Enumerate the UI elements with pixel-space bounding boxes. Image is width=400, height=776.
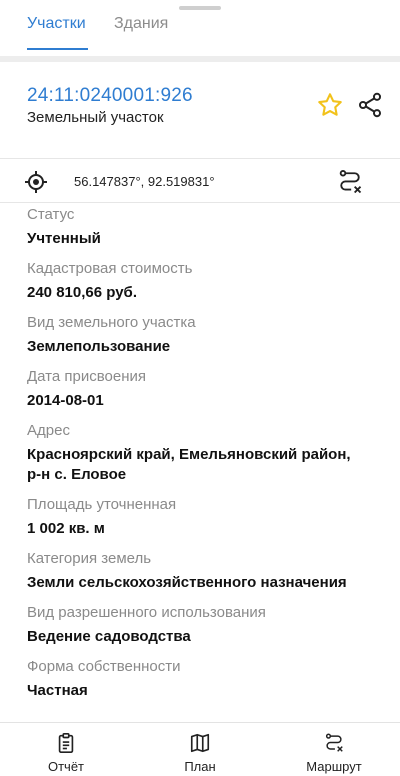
field-area: Площадь уточненная 1 002 кв. м xyxy=(27,496,387,539)
field-value: 2014-08-01 xyxy=(27,392,104,409)
coordinates-text[interactable]: 56.147837°, 92.519831° xyxy=(74,174,215,189)
coordinates-bar: 56.147837°, 92.519831° xyxy=(0,160,400,202)
field-value: Учтенный xyxy=(27,230,101,247)
field-label: Категория земель xyxy=(27,550,152,567)
tab-active-indicator xyxy=(27,48,88,50)
nav-report-button[interactable]: Отчёт xyxy=(16,723,116,776)
field-value: Землепользование xyxy=(27,338,171,355)
map-icon xyxy=(189,732,211,754)
cadastral-number[interactable]: 24:11:0240001:926 xyxy=(27,85,193,107)
field-label: Форма собственности xyxy=(27,658,181,675)
field-assign-date: Дата присвоения 2014-08-01 xyxy=(27,368,387,411)
field-label: Кадастровая стоимость xyxy=(27,260,193,277)
field-land-type: Вид земельного участка Землепользование xyxy=(27,314,387,357)
star-icon[interactable] xyxy=(316,91,344,119)
nav-map-button[interactable]: План xyxy=(150,723,250,776)
crosshair-icon[interactable] xyxy=(24,170,48,194)
field-address: Адрес Красноярский край, Емельяновский р… xyxy=(27,422,387,485)
tab-plots[interactable]: Участки xyxy=(27,15,86,33)
nav-route-label: Маршрут xyxy=(306,759,362,774)
nav-route-button[interactable]: Маршрут xyxy=(284,723,384,776)
address-line-2: р-н с. Еловое xyxy=(27,466,127,483)
field-label: Дата присвоения xyxy=(27,368,146,385)
field-ownership: Форма собственности Частная xyxy=(27,658,387,701)
field-value: Красноярский край, Емельяновский район, … xyxy=(27,445,387,485)
field-label: Статус xyxy=(27,206,75,223)
nav-map-label: План xyxy=(184,759,216,774)
field-land-category: Категория земель Земли сельскохозяйствен… xyxy=(27,550,387,593)
tab-buildings[interactable]: Здания xyxy=(114,15,168,33)
field-value: 240 810,66 руб. xyxy=(27,284,137,301)
field-value: 1 002 кв. м xyxy=(27,520,105,537)
address-line-1: Красноярский край, Емельяновский район, xyxy=(27,446,351,463)
field-value: Частная xyxy=(27,682,88,699)
tab-bar: Участки Здания xyxy=(0,0,400,56)
field-status: Статус Учтенный xyxy=(27,206,387,249)
field-cadastral-value: Кадастровая стоимость 240 810,66 руб. xyxy=(27,260,387,303)
clipboard-icon xyxy=(55,732,77,754)
field-label: Адрес xyxy=(27,422,70,439)
field-permitted-use: Вид разрешенного использования Ведение с… xyxy=(27,604,387,647)
field-label: Вид земельного участка xyxy=(27,314,196,331)
route-icon xyxy=(323,732,345,754)
divider xyxy=(0,202,400,203)
share-icon[interactable] xyxy=(356,91,384,119)
object-type: Земельный участок xyxy=(27,109,164,126)
field-value: Земли сельскохозяйственного назначения xyxy=(27,574,347,591)
field-label: Вид разрешенного использования xyxy=(27,604,266,621)
field-label: Площадь уточненная xyxy=(27,496,177,513)
bottom-nav: Отчёт План Маршрут xyxy=(0,723,400,776)
route-icon[interactable] xyxy=(336,168,364,196)
field-value: Ведение садоводства xyxy=(27,628,191,645)
divider xyxy=(0,158,400,159)
object-header: 24:11:0240001:926 Земельный участок xyxy=(0,62,400,158)
nav-report-label: Отчёт xyxy=(47,759,85,774)
